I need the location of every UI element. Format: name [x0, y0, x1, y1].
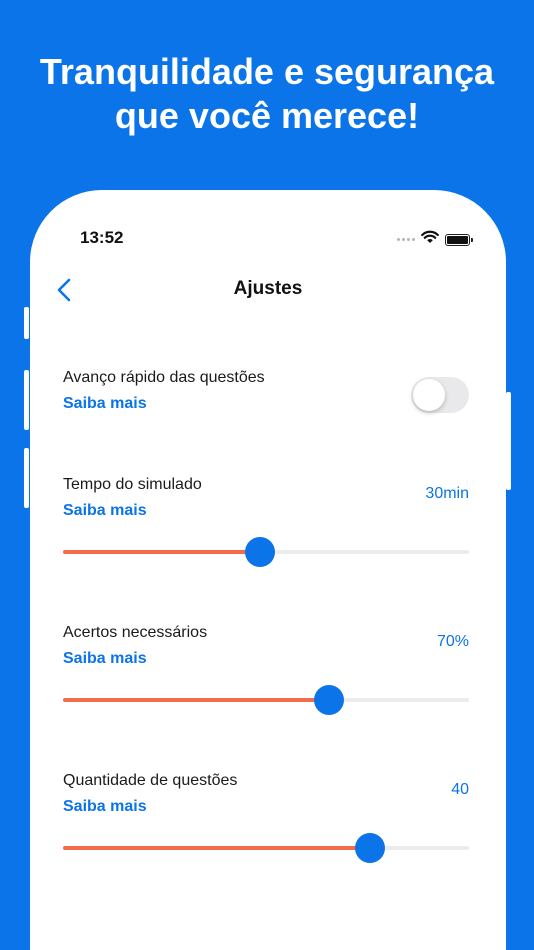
slider-thumb[interactable] — [244, 537, 275, 567]
status-icons — [397, 230, 473, 249]
toggle-knob — [413, 379, 445, 411]
slider-thumb[interactable] — [313, 685, 344, 715]
setting-value: 70% — [436, 633, 469, 650]
setting-label: Tempo do simulado — [63, 476, 202, 493]
setting-label: Quantidade de questões — [63, 772, 238, 789]
phone-power-button — [506, 392, 511, 490]
headline-line-2: que você merece! — [114, 95, 420, 136]
slider-fill — [63, 550, 260, 554]
headline-line-1: Tranquilidade e segurança — [39, 51, 495, 92]
setting-correct-needed: Acertos necessários Saiba mais 70% — [63, 623, 469, 715]
promo-headline: Tranquilidade e segurança que você merec… — [0, 50, 534, 138]
slider-thumb[interactable] — [355, 833, 386, 863]
wifi-icon — [421, 230, 439, 249]
slider-fill — [63, 698, 329, 702]
fast-advance-toggle[interactable] — [411, 377, 469, 413]
phone-mute-switch — [24, 307, 29, 339]
learn-more-link[interactable]: Saiba mais — [63, 394, 469, 414]
phone-volume-up-button — [24, 370, 29, 430]
learn-more-link[interactable]: Saiba mais — [63, 501, 469, 521]
phone-screen: 13:52 Ajustes Avanço rápido das questões… — [30, 190, 506, 950]
setting-question-count: Quantidade de questões Saiba mais 40 — [63, 771, 469, 863]
learn-more-link[interactable]: Saiba mais — [63, 797, 469, 817]
setting-label: Avanço rápido das questões — [63, 369, 265, 386]
learn-more-link[interactable]: Saiba mais — [63, 649, 469, 669]
question-count-slider[interactable] — [63, 833, 469, 863]
setting-label: Acertos necessários — [63, 624, 208, 641]
nav-bar: Ajustes — [30, 268, 506, 312]
setting-value: 30min — [425, 485, 469, 502]
sim-time-slider[interactable] — [63, 537, 469, 567]
slider-fill — [63, 846, 371, 850]
status-bar: 13:52 — [30, 190, 506, 250]
battery-icon — [445, 233, 473, 246]
correct-needed-slider[interactable] — [63, 685, 469, 715]
page-title: Ajustes — [233, 278, 303, 299]
status-time: 13:52 — [80, 228, 124, 247]
setting-sim-time: Tempo do simulado Saiba mais 30min — [63, 475, 469, 567]
signal-icon — [397, 238, 415, 241]
setting-value: 40 — [451, 781, 469, 798]
setting-fast-advance: Avanço rápido das questões Saiba mais — [63, 368, 469, 414]
phone-volume-down-button — [24, 448, 29, 508]
